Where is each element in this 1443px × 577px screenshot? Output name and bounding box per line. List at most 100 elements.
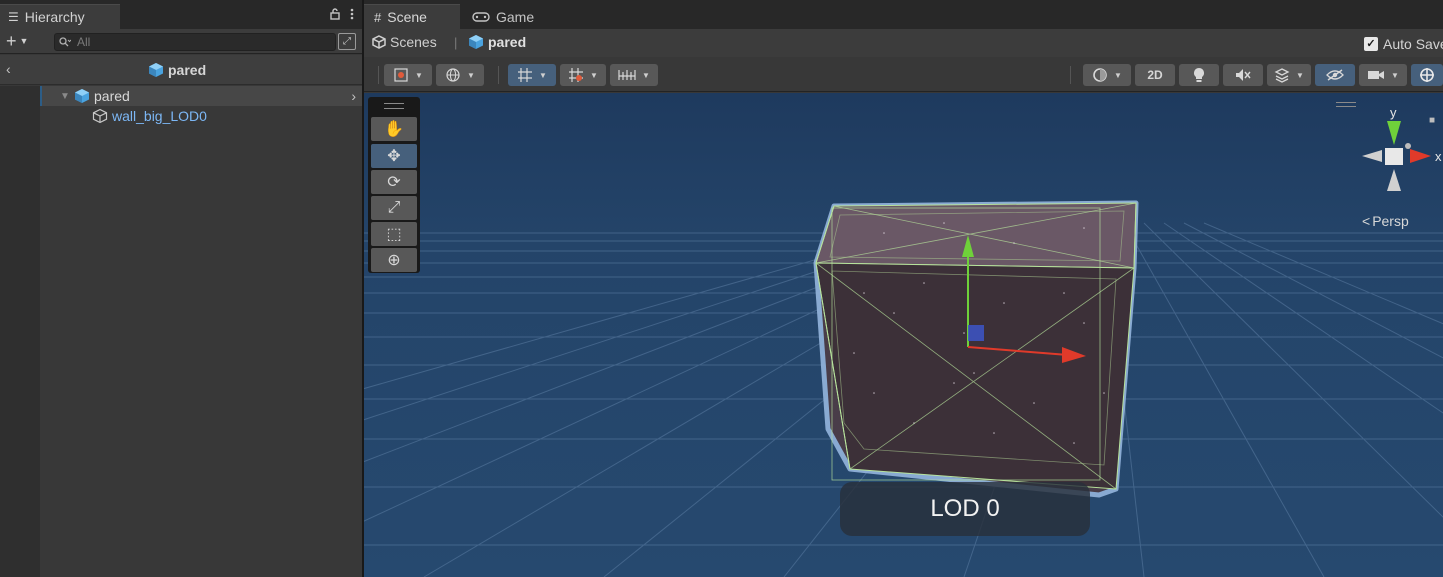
auto-save-toggle[interactable]: ✓ Auto Save xyxy=(1364,36,1443,52)
tab-game[interactable]: Game xyxy=(462,4,552,29)
gizmo-center-cube[interactable] xyxy=(1385,148,1403,165)
chevron-down-icon: ▼ xyxy=(1391,70,1399,80)
toolbar-separator xyxy=(1070,66,1071,84)
create-button[interactable]: + ▼ xyxy=(6,32,28,50)
scene-header: ‹ pared xyxy=(0,55,362,85)
tab-game-label: Game xyxy=(496,8,535,25)
chevron-down-icon: ▼ xyxy=(467,70,475,80)
list-item[interactable]: ▼ pared › xyxy=(40,86,362,106)
foldout-triangle-icon[interactable]: ▼ xyxy=(60,91,74,102)
ruler-dropdown[interactable]: ▼ xyxy=(610,64,658,86)
gizmos-toggle[interactable] xyxy=(1411,64,1443,86)
orientation-gizmo[interactable]: ■ y x < Persp xyxy=(1336,102,1443,233)
search-mode-icon[interactable]: ⤢ xyxy=(338,33,356,50)
scale-icon: ⤢ xyxy=(387,199,401,216)
kebab-menu-icon[interactable] xyxy=(350,8,354,23)
lighting-toggle[interactable] xyxy=(1179,64,1219,86)
2d-mode-label: 2D xyxy=(1147,68,1163,82)
hierarchy-panel: ☰ Hierarchy + ▼ All ⤢ ‹ pared ▼ pared › … xyxy=(0,0,362,577)
grid-snapping-toggle[interactable]: ▼ xyxy=(508,64,556,86)
camera-icon xyxy=(1368,71,1385,79)
search-icon xyxy=(59,37,71,47)
gizmo-neg-x-cone[interactable] xyxy=(1362,150,1382,162)
chevron-right-icon[interactable]: › xyxy=(351,88,356,104)
increment-snap-dropdown[interactable]: ▼ xyxy=(560,64,606,86)
hand-icon: ✋ xyxy=(384,121,404,138)
chevron-down-icon: ▼ xyxy=(642,70,650,80)
2d-mode-toggle[interactable]: 2D xyxy=(1135,64,1175,86)
scene-panel: # Scene Game Scenes | pared ✓ Auto Save … xyxy=(364,0,1443,577)
breadcrumb-separator: | xyxy=(454,35,458,50)
auto-save-label: Auto Save xyxy=(1383,36,1443,52)
hand-tool-button[interactable]: ✋ xyxy=(371,117,417,141)
layers-icon xyxy=(1274,68,1290,83)
chevron-down-icon: ▼ xyxy=(19,36,29,46)
snap-increment-icon xyxy=(569,68,584,82)
drag-handle[interactable] xyxy=(1336,102,1356,107)
rotate-tool-button[interactable]: ⟳ xyxy=(371,170,417,194)
scene-toolbar: ▼ ▼ ▼ ▼ ▼ ▼ 2D ▼ ▼ xyxy=(364,58,1443,92)
gizmo-y-cone[interactable] xyxy=(1387,121,1401,145)
prefab-cube-icon xyxy=(469,35,483,49)
drag-handle[interactable] xyxy=(384,103,404,109)
breadcrumb-current-label: pared xyxy=(488,34,527,50)
wall-mesh[interactable] xyxy=(813,200,1139,498)
chevron-down-icon: ▼ xyxy=(415,70,423,80)
gizmo-x-label: x xyxy=(1435,149,1442,164)
list-item-label: wall_big_LOD0 xyxy=(112,108,207,124)
globe-icon xyxy=(446,68,460,82)
tab-scene[interactable]: # Scene xyxy=(364,4,460,29)
audio-toggle[interactable] xyxy=(1223,64,1263,86)
shading-dropdown[interactable]: ▼ xyxy=(1083,64,1131,86)
list-icon: ☰ xyxy=(8,10,19,24)
breadcrumb-current[interactable]: pared xyxy=(468,34,526,50)
toolbar-separator xyxy=(378,66,379,84)
lock-icon[interactable]: ■ xyxy=(1429,115,1435,126)
list-item[interactable]: wall_big_LOD0 xyxy=(40,106,362,126)
render-mode-dropdown[interactable]: ▼ xyxy=(436,64,484,86)
scene-tab-bar: # Scene Game xyxy=(364,0,1443,29)
persp-chevron-icon: < xyxy=(1362,213,1371,229)
lod-indicator: LOD 0 xyxy=(840,482,1090,536)
grid-icon: # xyxy=(374,9,382,25)
prefab-cube-icon xyxy=(149,63,163,77)
projection-label: Persp xyxy=(1372,213,1409,229)
plus-icon: + xyxy=(6,31,17,51)
back-chevron-icon[interactable]: ‹ xyxy=(6,61,11,77)
effects-dropdown[interactable]: ▼ xyxy=(1267,64,1311,86)
move-tool-button[interactable]: ✥ xyxy=(371,144,417,168)
cube-icon xyxy=(92,108,108,124)
tab-hierarchy-label: Hierarchy xyxy=(24,9,85,25)
hierarchy-search-input[interactable]: All xyxy=(54,33,336,51)
scene-visibility-toggle[interactable] xyxy=(1315,64,1355,86)
gizmo-y-label: y xyxy=(1390,105,1397,120)
chevron-down-icon: ▼ xyxy=(1296,70,1304,80)
projection-toggle[interactable]: < Persp xyxy=(1362,213,1409,229)
hierarchy-tab-bar: ☰ Hierarchy xyxy=(0,0,362,29)
camera-settings-dropdown[interactable]: ▼ xyxy=(1359,64,1407,86)
transform-tool-button[interactable]: ⊕ xyxy=(371,248,417,272)
lock-icon[interactable] xyxy=(330,8,340,23)
scene-title: pared xyxy=(148,62,206,78)
gizmo-neg-y-cone[interactable] xyxy=(1387,169,1401,191)
tab-hierarchy[interactable]: ☰ Hierarchy xyxy=(0,4,120,29)
move-arrows-icon: ✥ xyxy=(387,148,401,165)
draw-mode-dropdown[interactable]: ▼ xyxy=(384,64,432,86)
gizmo-x-cone[interactable] xyxy=(1410,149,1431,163)
ruler-icon xyxy=(618,70,636,80)
sphere-shading-icon xyxy=(1093,68,1107,82)
hierarchy-search-row: + ▼ All ⤢ xyxy=(0,29,362,54)
draw-mode-icon xyxy=(394,68,408,82)
scale-tool-button[interactable]: ⤢ xyxy=(371,196,417,220)
lod-label: LOD 0 xyxy=(930,495,1000,522)
breadcrumb-scenes[interactable]: Scenes xyxy=(372,34,437,50)
rect-tool-button[interactable]: ⬚ xyxy=(371,222,417,246)
hierarchy-tab-actions xyxy=(330,8,354,23)
scene-viewport[interactable]: ✋ ✥ ⟳ ⤢ ⬚ ⊕ ■ y x < Persp LOD 0 xyxy=(364,93,1443,577)
grid-snap-icon xyxy=(518,68,533,82)
auto-save-checkbox[interactable]: ✓ xyxy=(1364,37,1378,51)
chevron-down-icon: ▼ xyxy=(1114,70,1122,80)
transform-tools-overlay: ✋ ✥ ⟳ ⤢ ⬚ ⊕ xyxy=(368,97,420,273)
search-placeholder: All xyxy=(77,35,91,49)
chevron-down-icon: ▼ xyxy=(590,70,598,80)
